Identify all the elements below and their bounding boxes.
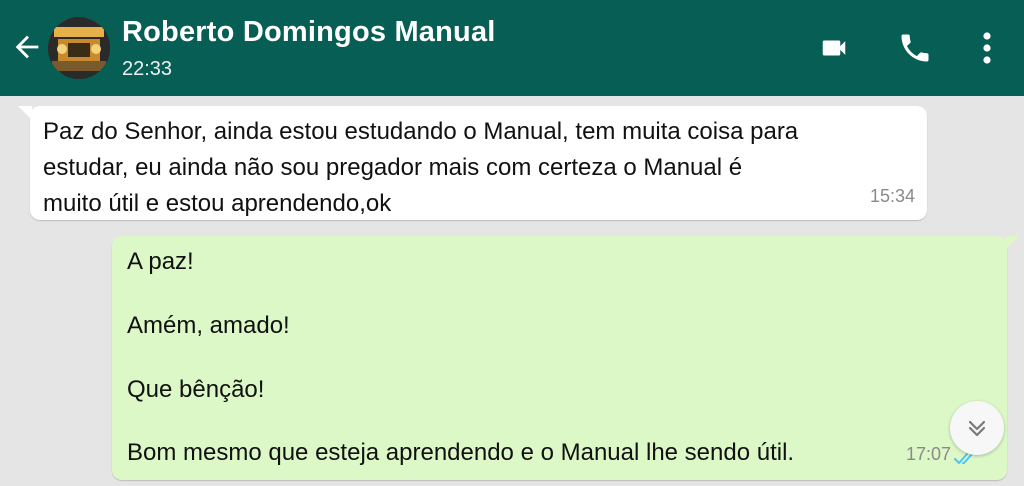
phone-call-icon[interactable] <box>897 30 933 66</box>
message-line: estudar, eu ainda não sou pregador mais … <box>43 154 743 181</box>
outgoing-message-bubble[interactable]: A paz! Amém, amado! Que bênção! Bom mesm… <box>112 236 1019 480</box>
message-line: Bom mesmo que esteja aprendendo e o Manu… <box>127 439 795 466</box>
message-timestamp: 17:07 <box>905 444 951 464</box>
message-text: Paz do Senhor, ainda estou estudando o M… <box>43 114 903 222</box>
incoming-message-bubble[interactable]: Paz do Senhor, ainda estou estudando o M… <box>18 106 927 222</box>
bubble-tail <box>18 106 32 120</box>
more-options-icon[interactable] <box>978 30 996 66</box>
last-seen-time: 22:33 <box>122 58 173 80</box>
message-timestamp: 15:34 <box>869 186 915 206</box>
scroll-to-bottom-button[interactable] <box>950 401 1004 455</box>
message-line: A paz! <box>127 248 194 275</box>
contact-avatar[interactable] <box>48 17 110 79</box>
back-arrow-icon[interactable] <box>10 30 44 64</box>
message-line: muito útil e estou aprendendo,ok <box>43 190 392 217</box>
video-call-icon[interactable] <box>815 33 853 63</box>
message-line: Que bênção! <box>127 376 265 403</box>
message-line: Amém, amado! <box>127 312 290 339</box>
bubble-tail <box>1005 236 1019 250</box>
message-line: Paz do Senhor, ainda estou estudando o M… <box>43 118 799 145</box>
double-chevron-down-icon <box>968 420 986 437</box>
contact-name[interactable]: Roberto Domingos Manual <box>122 16 496 49</box>
chat-header: Roberto Domingos Manual 22:33 <box>0 0 1024 96</box>
